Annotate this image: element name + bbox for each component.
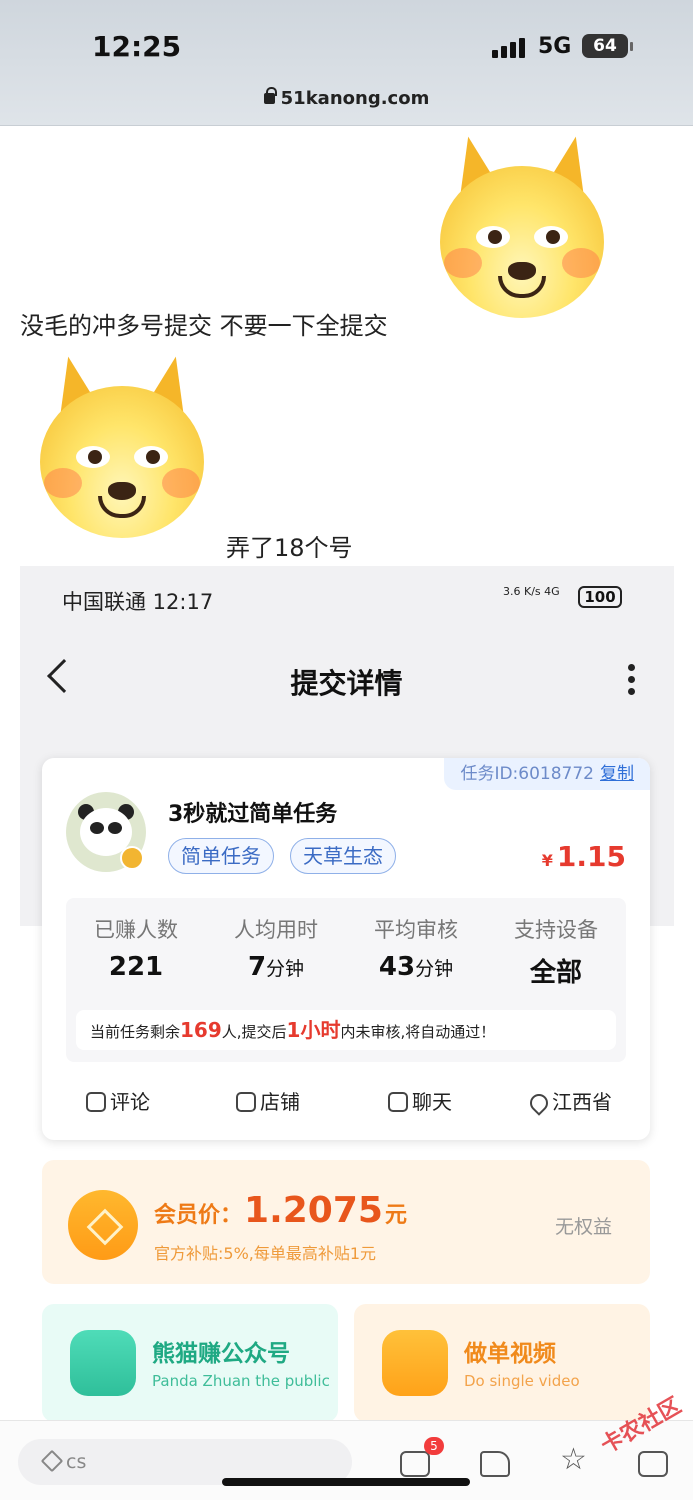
post-message: 没毛的冲多号提交 不要一下全提交 — [20, 312, 388, 340]
chat-button[interactable]: 聊天 — [388, 1086, 452, 1115]
comment-button[interactable]: 评论 — [86, 1086, 150, 1115]
like-icon[interactable] — [480, 1451, 510, 1477]
video-camera-icon — [382, 1330, 448, 1396]
copy-link[interactable]: 复制 — [600, 764, 634, 784]
stat-avg-review: 平均审核 43分钟 — [374, 918, 458, 982]
signal-icon — [492, 38, 528, 58]
status-time: 12:25 — [92, 30, 182, 63]
task-id: 任务ID:6018772 复制 — [444, 758, 650, 790]
vip-price-banner[interactable]: 会员价：1.2075元 官方补贴:5%,每单最高补贴1元 无权益 — [42, 1160, 650, 1284]
task-price: ¥1.15 — [542, 840, 626, 873]
stat-devices: 支持设备 全部 — [514, 918, 598, 988]
home-indicator[interactable] — [222, 1478, 470, 1486]
star-icon[interactable]: ☆ — [560, 1445, 590, 1475]
stat-avg-time: 人均用时 7分钟 — [234, 918, 318, 982]
task-tag: 天草生态 — [290, 838, 396, 874]
currency-symbol: ¥ — [541, 851, 553, 870]
url-bar[interactable]: 51kanong.com — [0, 87, 693, 109]
vip-rights: 无权益 — [554, 1216, 612, 1238]
shot-carrier: 中国联通 12:17 — [62, 590, 214, 614]
task-tag: 简单任务 — [168, 838, 274, 874]
network-type: 5G — [538, 34, 572, 59]
location-button[interactable]: 江西省 — [526, 1086, 612, 1116]
browser-top-bar: 12:25 5G 64 51kanong.com — [0, 0, 693, 126]
comment-icon — [86, 1092, 106, 1112]
vip-subsidy: 官方补贴:5%,每单最高补贴1元 — [154, 1244, 377, 1263]
stat-earned: 已赚人数 221 — [94, 918, 178, 982]
post-message-2: 弄了18个号 — [226, 534, 353, 562]
message-count-badge: 5 — [424, 1437, 444, 1455]
page-title: 提交详情 — [290, 667, 403, 700]
location-pin-icon — [526, 1090, 552, 1116]
wechat-public-card[interactable]: 熊猫赚公众号 Panda Zhuan the public — [42, 1304, 338, 1422]
price-value: 1.15 — [556, 840, 626, 873]
video-card[interactable]: 做单视频 Do single video — [354, 1304, 650, 1422]
shot-battery-icon: 100 — [578, 586, 622, 608]
share-icon[interactable] — [638, 1451, 668, 1477]
promo-title: 做单视频 — [464, 1341, 556, 1367]
doge-sticker-icon — [40, 352, 204, 540]
shot-net-speed: 3.6 K/s 4G — [503, 585, 560, 598]
bottom-toolbar: cs 5 ☆ — [0, 1420, 693, 1500]
verified-badge-icon — [120, 846, 144, 870]
shop-button[interactable]: 店铺 — [236, 1086, 300, 1115]
auto-approve-notice: 当前任务剩余169人,提交后1小时内未审核,将自动通过！ — [76, 1010, 616, 1050]
message-icon[interactable] — [400, 1451, 430, 1477]
task-card: 任务ID:6018772 复制 3秒就过简单任务 简单任务 天草生态 ¥1.15 … — [42, 758, 650, 1140]
promo-subtitle: Panda Zhuan the public — [152, 1372, 330, 1390]
task-title: 3秒就过简单任务 — [168, 802, 338, 827]
more-icon[interactable] — [628, 664, 636, 696]
shop-icon — [236, 1092, 256, 1112]
doge-sticker-icon — [440, 132, 604, 320]
promo-title: 熊猫赚公众号 — [152, 1341, 290, 1367]
task-actions: 评论 店铺 聊天 江西省 — [42, 1082, 650, 1122]
task-stats: 已赚人数 221 人均用时 7分钟 平均审核 43分钟 支持设备 全部 当前任务剩余16… — [66, 898, 626, 1062]
vip-price: 会员价：1.2075元 — [154, 1190, 407, 1231]
promo-subtitle: Do single video — [464, 1372, 580, 1390]
url-text: 51kanong.com — [280, 88, 430, 109]
chat-icon — [388, 1092, 408, 1112]
task-id-text: 任务ID:6018772 — [460, 764, 594, 784]
battery-icon: 64 — [582, 34, 628, 58]
battery-tip — [630, 42, 633, 51]
lock-icon — [263, 87, 277, 104]
wechat-icon — [70, 1330, 136, 1396]
coin-icon — [68, 1190, 138, 1260]
